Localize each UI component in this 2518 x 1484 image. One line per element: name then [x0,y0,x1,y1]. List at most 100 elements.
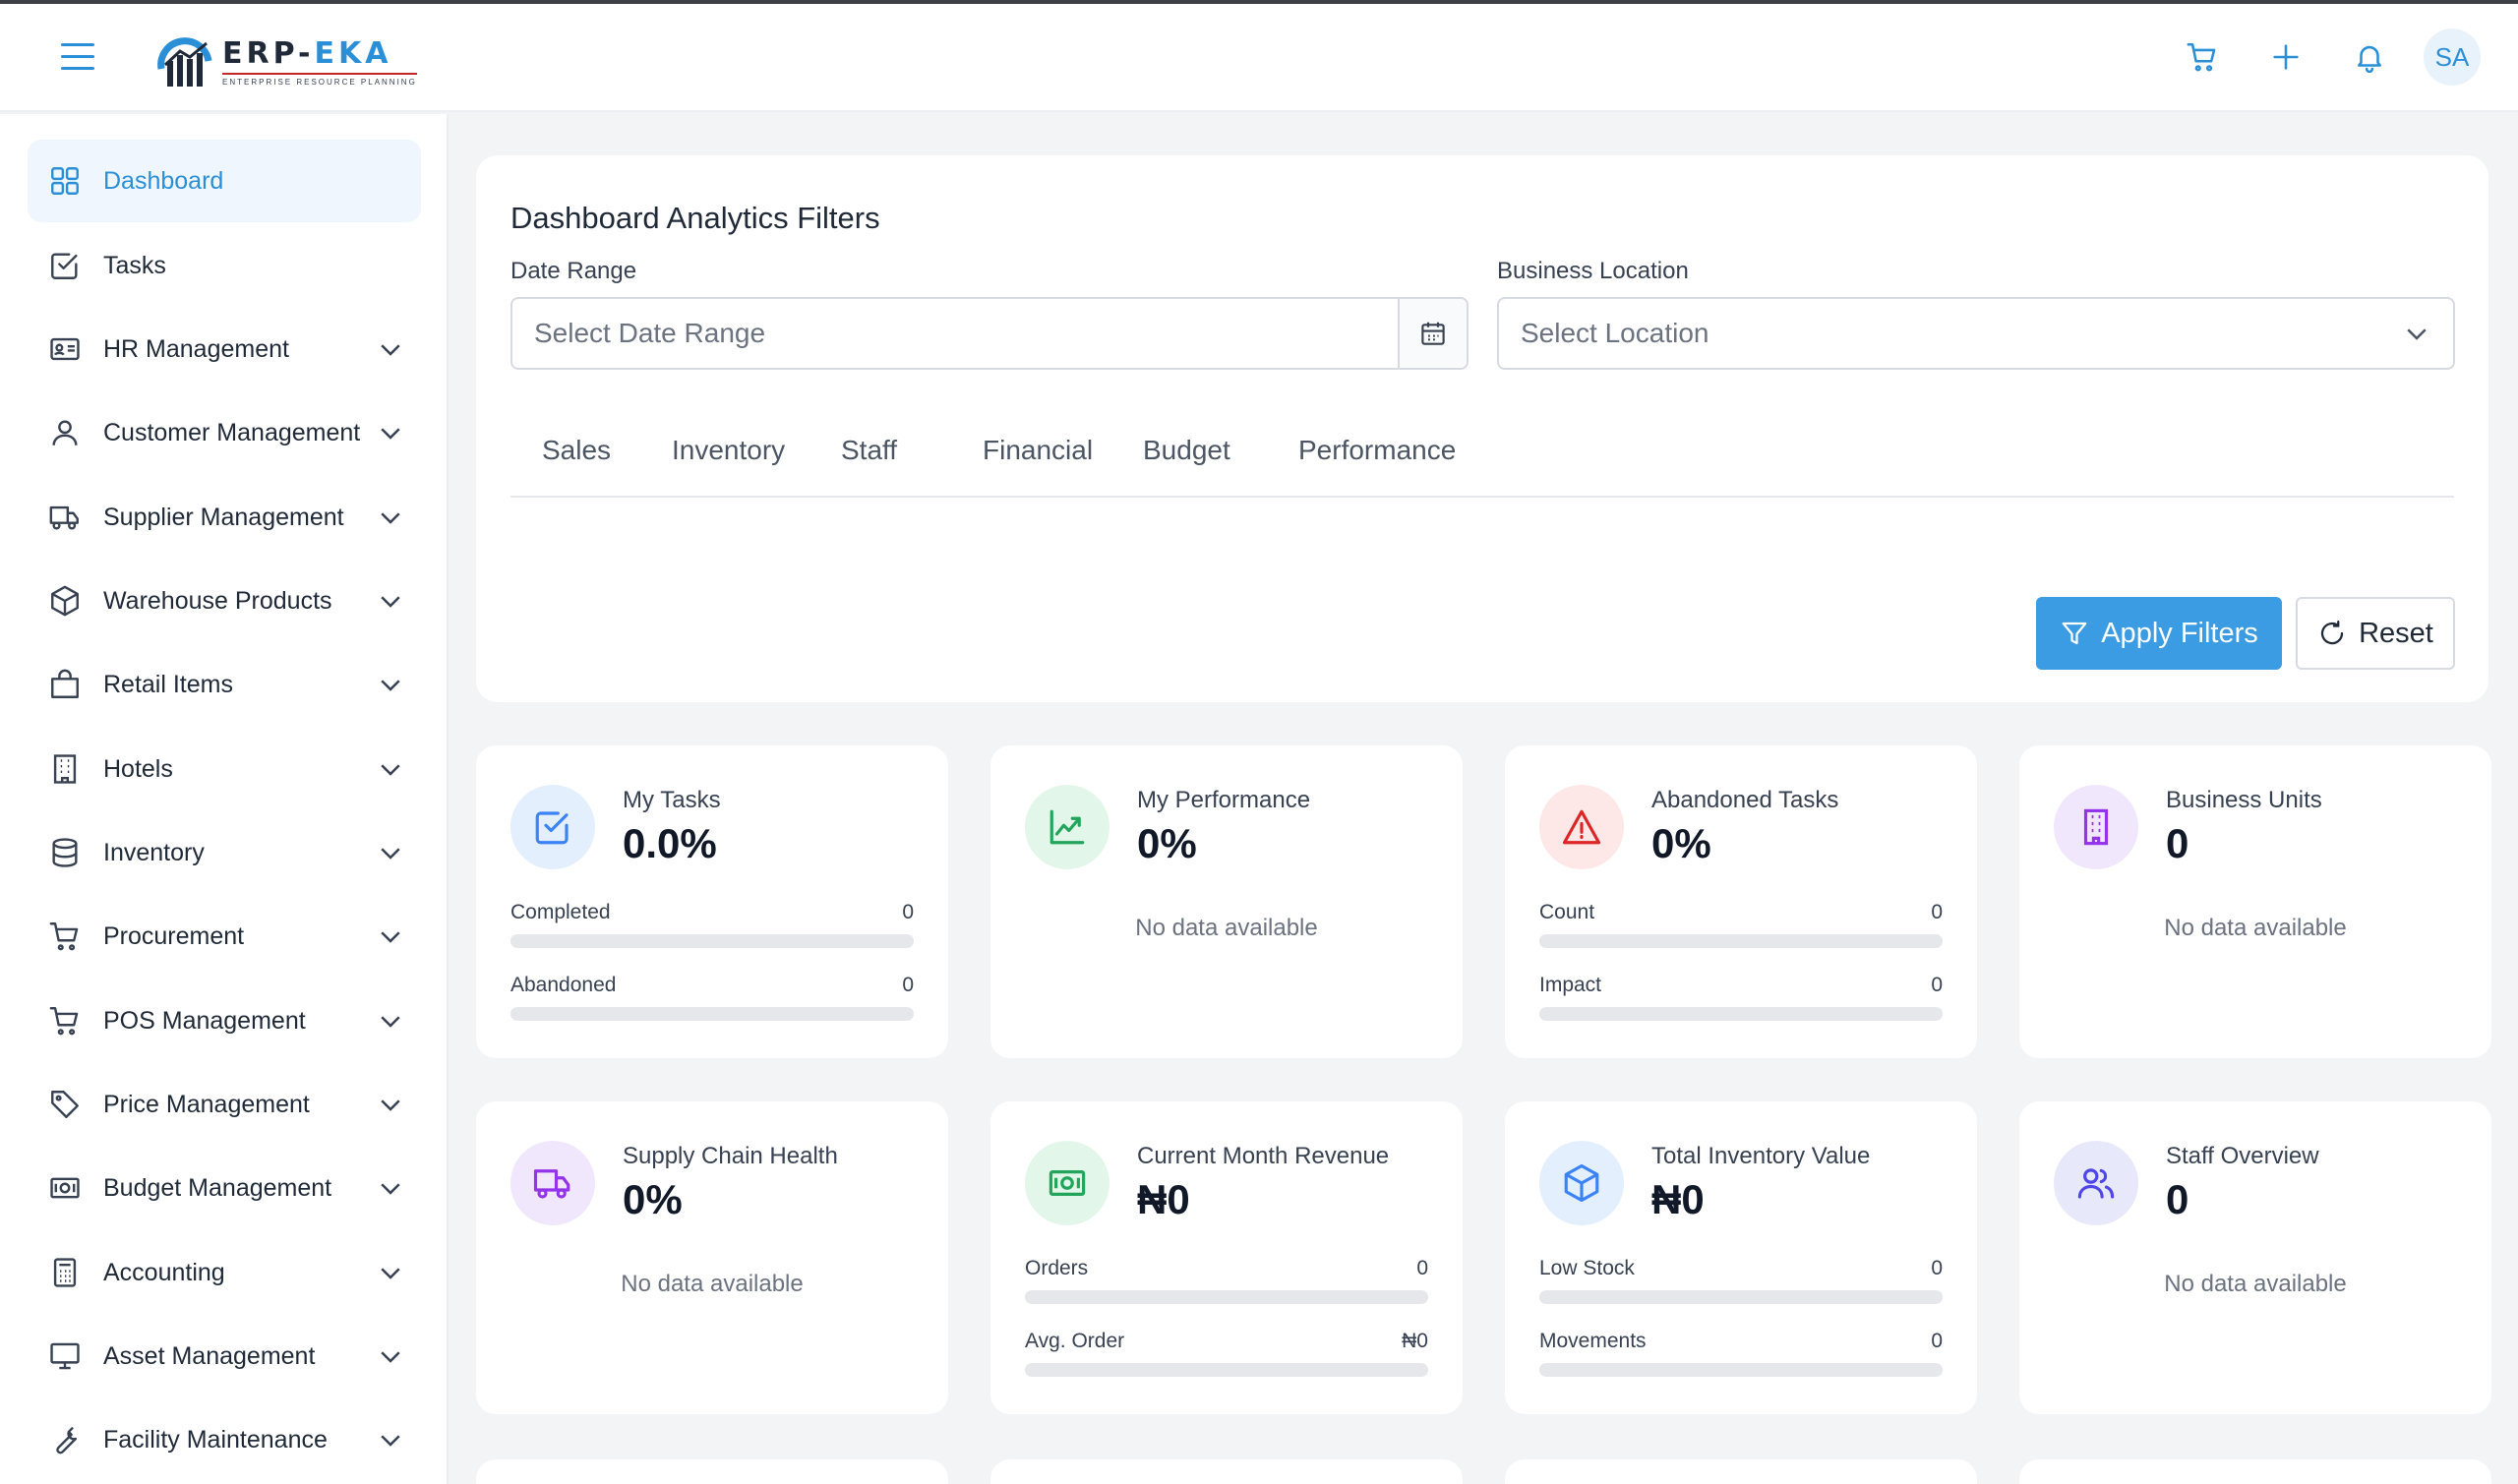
card-title: Abandoned Tasks [1651,787,1839,813]
sidebar-item-label: HR Management [103,334,289,363]
cube-icon [1539,1141,1624,1225]
id-card-icon [45,329,85,369]
metric-value: 0 [1931,1257,1943,1279]
chevron-down-icon[interactable] [376,334,405,364]
card-business-units[interactable]: Business Units 0 No data available [2019,745,2491,1058]
box-icon [45,581,85,621]
menu-toggle-icon[interactable] [61,43,98,73]
plus-icon[interactable] [2256,28,2315,87]
trend-up-icon [1025,785,1109,869]
metric-label: Low Stock [1539,1257,1635,1279]
card-supply-chain-health[interactable]: Supply Chain Health 0% No data available [476,1101,948,1414]
date-range-input[interactable]: Select Date Range [510,297,1469,370]
chevron-down-icon[interactable] [376,1341,405,1371]
app-logo[interactable]: ERP-EKA ENTERPRISE RESOURCE PLANNING [155,31,417,90]
metric-value: 0 [1931,901,1943,923]
sidebar-item-accounting[interactable]: Accounting [28,1231,421,1314]
chevron-down-icon[interactable] [376,1173,405,1203]
grid-icon [45,161,85,201]
business-location-select[interactable]: Select Location [1497,297,2455,370]
progress-bar [510,1007,914,1021]
bell-icon[interactable] [2340,28,2399,87]
building-icon [45,749,85,789]
sidebar-item-budget-management[interactable]: Budget Management [28,1147,421,1229]
sidebar: Dashboard Tasks HR Management Customer M… [0,114,449,1484]
chevron-down-icon[interactable] [376,503,405,532]
sidebar-item-label: Inventory [103,838,205,866]
chevron-down-icon[interactable] [376,586,405,616]
card-partial [2019,1459,2491,1484]
chevron-down-icon[interactable] [376,1425,405,1454]
location-placeholder: Select Location [1521,318,1709,348]
metric-label: Orders [1025,1257,1089,1279]
card-title: My Tasks [623,787,721,813]
user-icon [45,413,85,452]
card-abandoned-tasks[interactable]: Abandoned Tasks 0% Count 0 Impact 0 [1505,745,1977,1058]
tab-staff[interactable]: Staff [841,421,897,480]
sidebar-item-hr-management[interactable]: HR Management [28,308,421,390]
cart-icon [45,1001,85,1040]
sidebar-item-customer-management[interactable]: Customer Management [28,391,421,474]
card-current-month-revenue[interactable]: Current Month Revenue ₦0 Orders 0 Avg. O… [990,1101,1463,1414]
sidebar-item-supplier-management[interactable]: Supplier Management [28,476,421,559]
cash-icon [1025,1141,1109,1225]
card-staff-overview[interactable]: Staff Overview 0 No data available [2019,1101,2491,1414]
chevron-down-icon[interactable] [376,838,405,867]
card-title: Supply Chain Health [623,1143,838,1169]
chevron-down-icon[interactable] [376,1006,405,1036]
metric-value: 0 [1931,1330,1943,1352]
sidebar-item-warehouse-products[interactable]: Warehouse Products [28,560,421,642]
calendar-icon[interactable] [1398,299,1467,368]
sidebar-item-tasks[interactable]: Tasks [28,224,421,307]
chevron-down-icon[interactable] [376,418,405,447]
tab-financial[interactable]: Financial [983,421,1093,480]
warning-icon [1539,785,1624,869]
filters-title: Dashboard Analytics Filters [510,201,880,235]
date-range-placeholder: Select Date Range [534,318,766,348]
progress-bar [1539,1363,1943,1377]
chevron-down-icon[interactable] [376,1258,405,1287]
sidebar-item-pos-management[interactable]: POS Management [28,979,421,1062]
tab-sales[interactable]: Sales [542,421,611,480]
chevron-down-icon[interactable] [376,670,405,699]
sidebar-item-label: POS Management [103,1006,306,1035]
refresh-icon [2321,621,2344,645]
business-location-label: Business Location [1497,258,1689,284]
card-my-tasks[interactable]: My Tasks 0.0% Completed 0 Abandoned 0 [476,745,948,1058]
tab-performance[interactable]: Performance [1298,421,1456,480]
sidebar-item-retail-items[interactable]: Retail Items [28,643,421,726]
sidebar-item-facility-maintenance[interactable]: Facility Maintenance [28,1398,421,1481]
card-total-inventory-value[interactable]: Total Inventory Value ₦0 Low Stock 0 Mov… [1505,1101,1977,1414]
cart-icon[interactable] [2173,28,2232,87]
chevron-down-icon[interactable] [376,754,405,784]
progress-bar [1539,1007,1943,1021]
sidebar-item-label: Tasks [103,251,166,279]
empty-state-text: No data available [2164,1271,2347,1297]
sidebar-item-inventory[interactable]: Inventory [28,811,421,894]
metric-value: 0 [1416,1257,1428,1279]
tab-inventory[interactable]: Inventory [672,421,785,480]
card-partial [990,1459,1463,1484]
reset-button[interactable]: Reset [2296,597,2455,670]
chevron-down-icon[interactable] [376,1090,405,1119]
metric-label: Movements [1539,1330,1647,1352]
checkbox-icon [510,785,595,869]
shopping-bag-icon [45,665,85,704]
apply-filters-button[interactable]: Apply Filters [2036,597,2282,670]
metric-value: 0 [902,901,914,923]
sidebar-item-asset-management[interactable]: Asset Management [28,1315,421,1397]
sidebar-item-label: Dashboard [103,166,224,195]
metric-label: Impact [1539,974,1602,996]
sidebar-item-dashboard[interactable]: Dashboard [28,140,421,222]
sidebar-item-price-management[interactable]: Price Management [28,1063,421,1146]
metric-label: Count [1539,901,1595,923]
reset-label: Reset [2359,617,2433,649]
user-avatar[interactable]: SA [2424,29,2481,86]
truck-icon [45,498,85,537]
chevron-down-icon[interactable] [376,921,405,951]
sidebar-item-hotels[interactable]: Hotels [28,728,421,810]
metric-label: Abandoned [510,974,617,996]
card-my-performance[interactable]: My Performance 0% No data available [990,745,1463,1058]
sidebar-item-procurement[interactable]: Procurement [28,895,421,978]
tab-budget[interactable]: Budget [1143,421,1230,480]
